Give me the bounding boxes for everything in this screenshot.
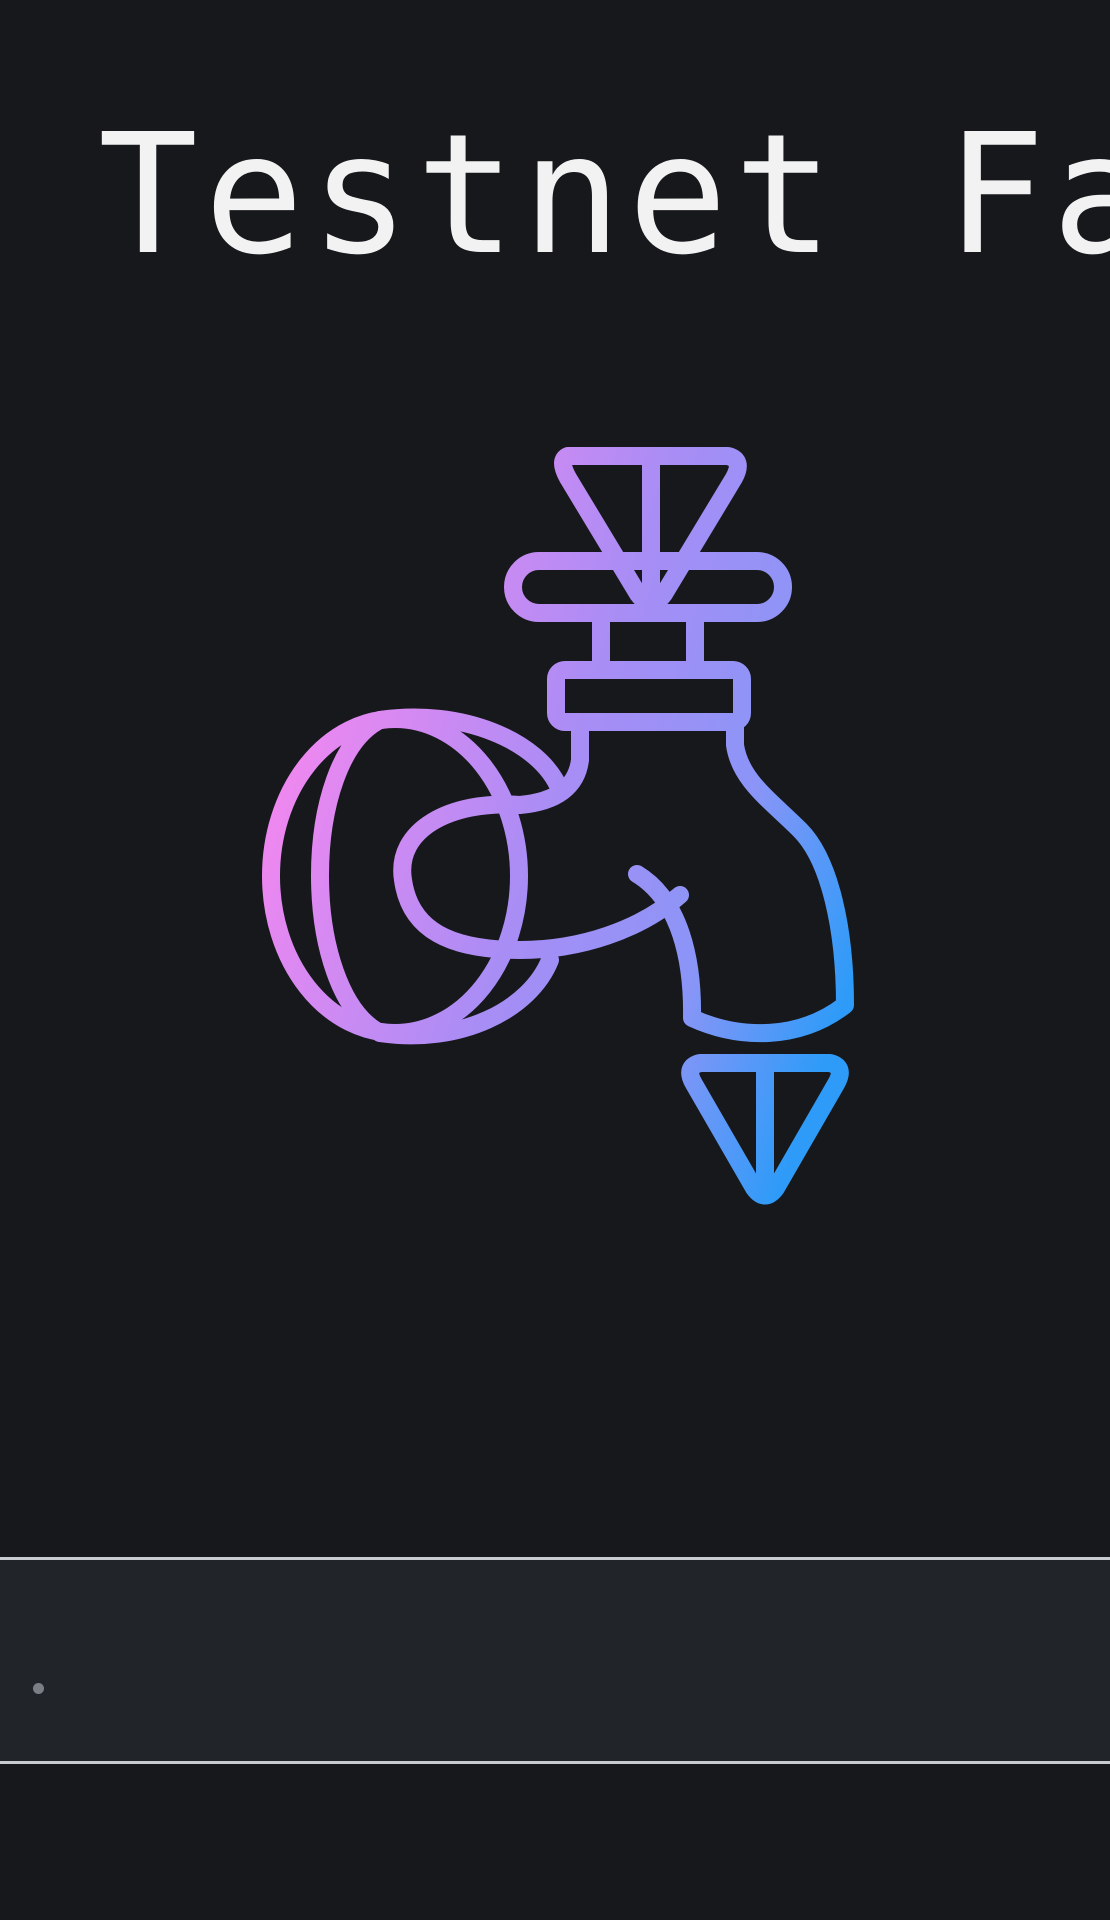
address-input[interactable] (0, 1560, 1110, 1761)
address-input-panel[interactable] (0, 1557, 1110, 1764)
